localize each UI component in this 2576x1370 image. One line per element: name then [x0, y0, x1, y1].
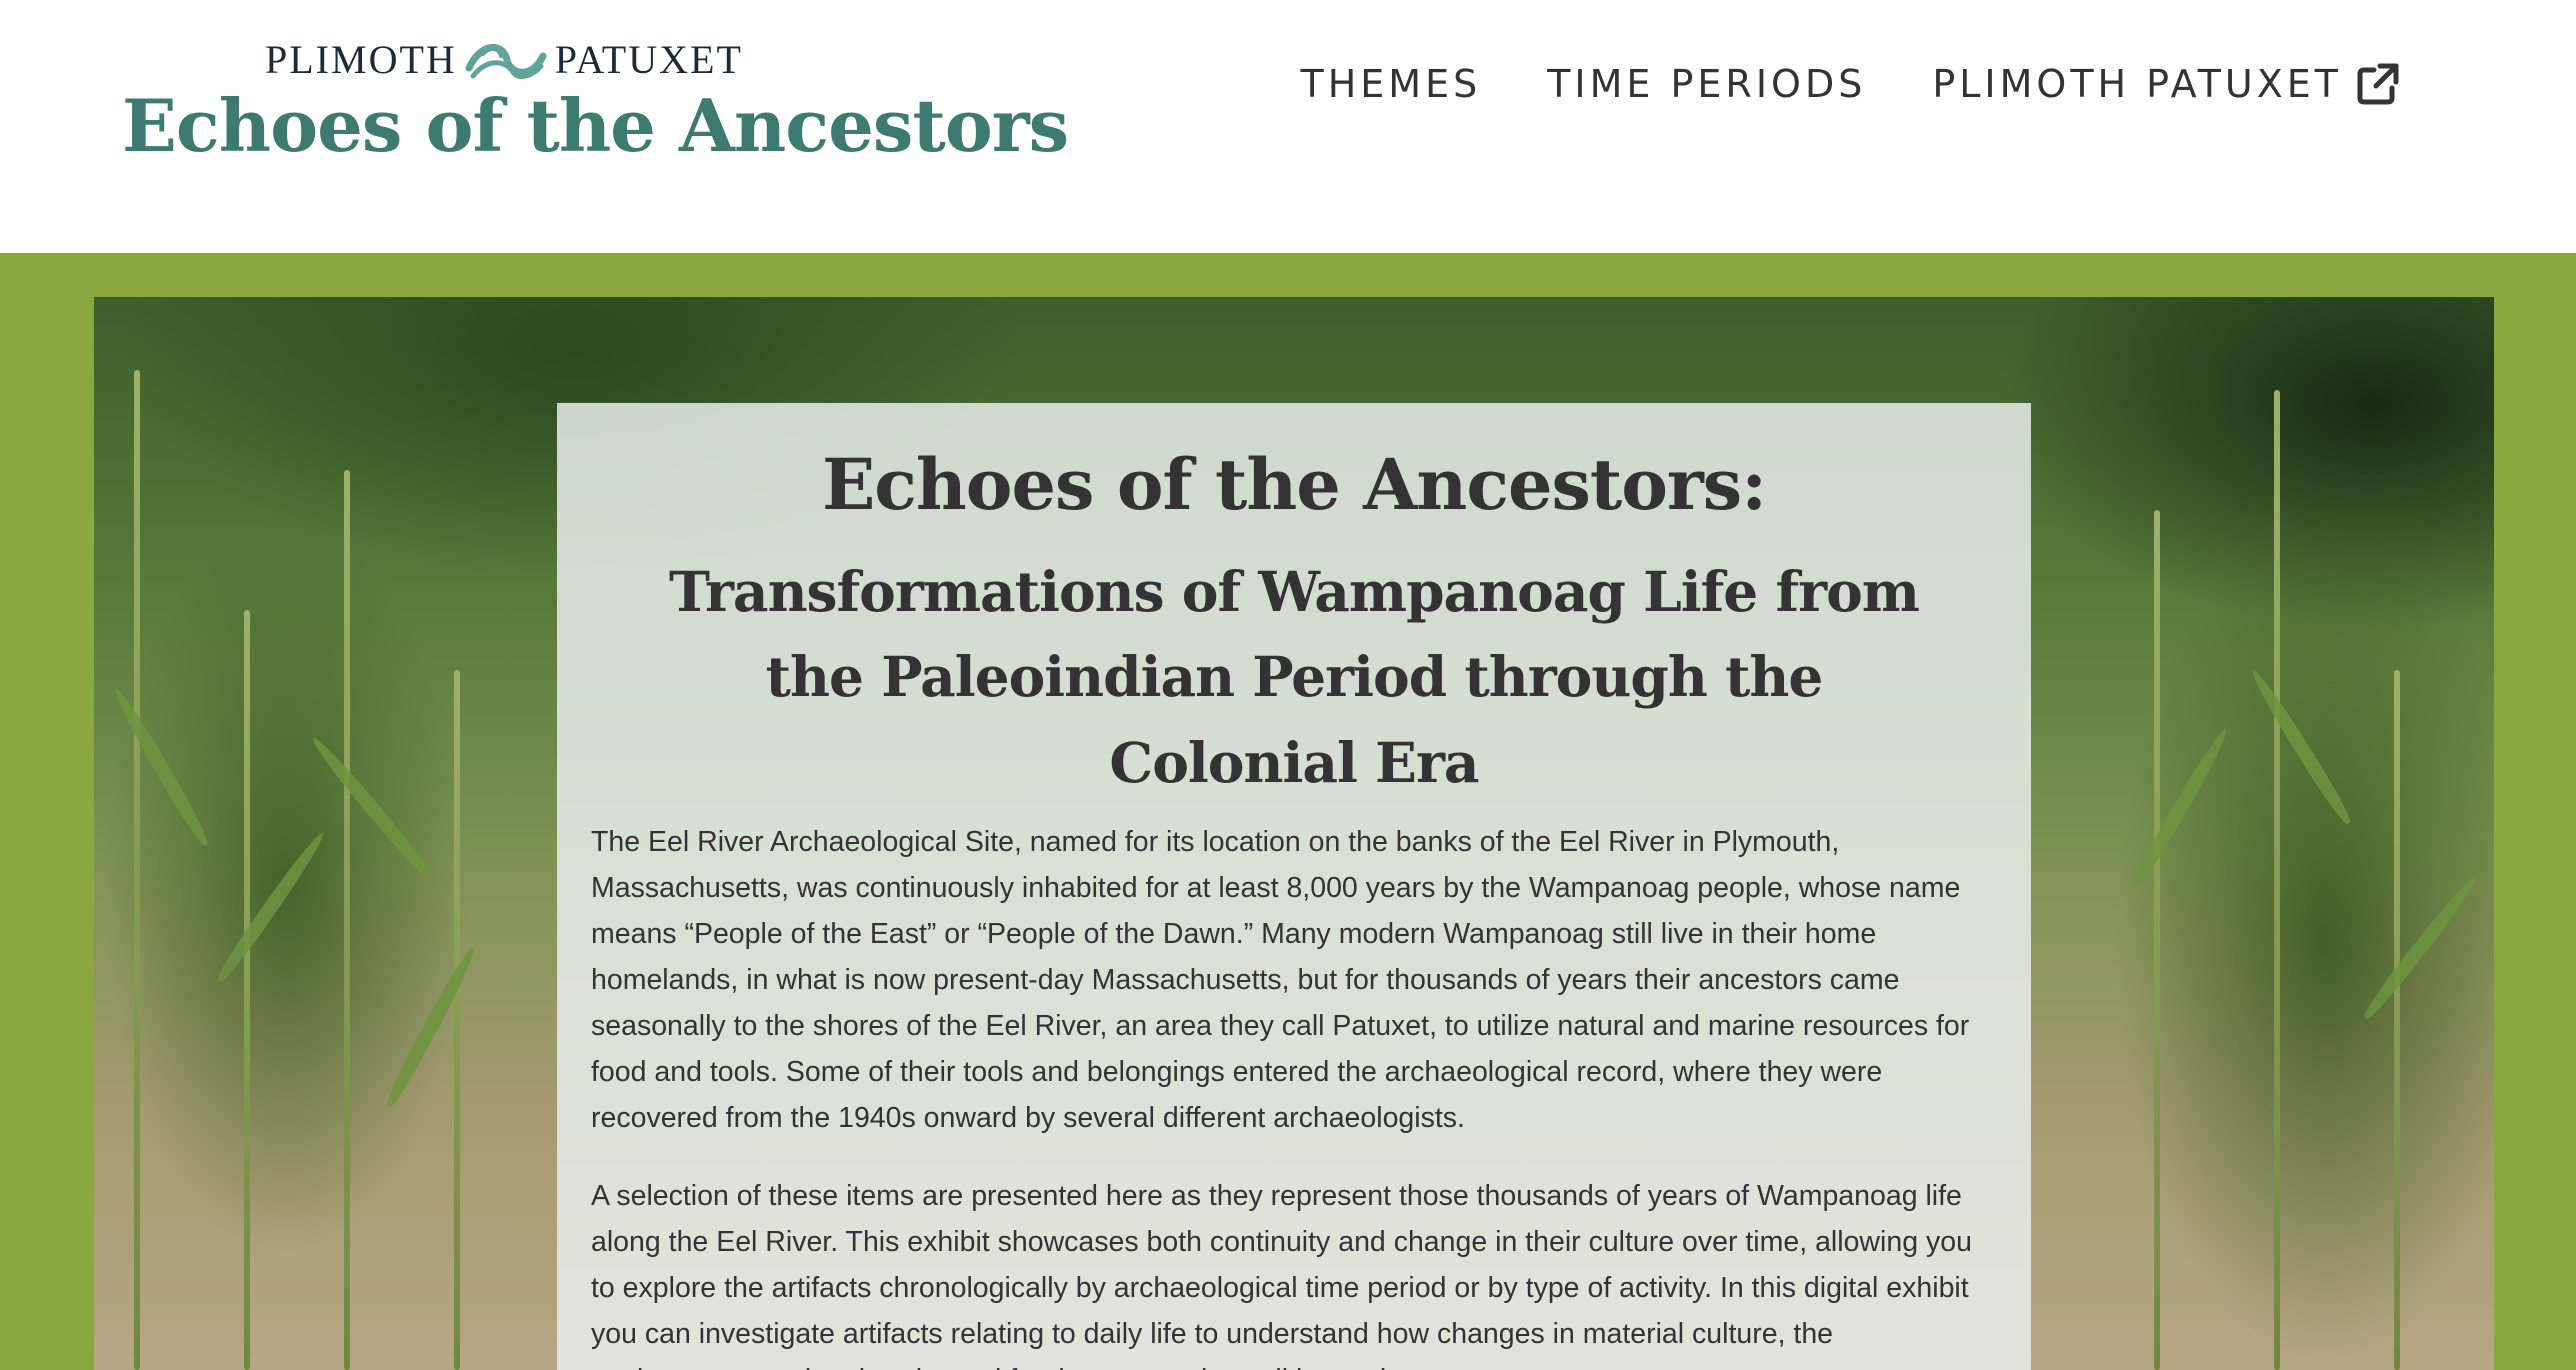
corn-stalk: [2274, 390, 2280, 1370]
org-name-right: PATUXET: [554, 37, 743, 82]
corn-stalk: [134, 370, 140, 1370]
intro-paragraph: The Eel River Archaeological Site, named…: [591, 825, 1970, 1134]
corn-leaf: [109, 685, 213, 849]
corn-stalk: [344, 470, 350, 1370]
site-logo-link[interactable]: PLIMOTH PATUXET Echoes of the Ancestors: [122, 20, 1069, 180]
corn-leaf: [2247, 666, 2355, 828]
hero-cornfield-image: Echoes of the Ancestors: Transformations…: [94, 297, 2494, 1370]
nav-item-themes[interactable]: THEMES: [1300, 62, 1481, 106]
hero-section: Echoes of the Ancestors: Transformations…: [0, 253, 2576, 1370]
intro-title: Echoes of the Ancestors:: [821, 443, 1767, 526]
corn-leaf: [213, 829, 329, 985]
corn-leaf: [2360, 871, 2482, 1023]
nav-item-plimoth-patuxet[interactable]: PLIMOTH PATUXET: [1932, 62, 2400, 106]
corn-stalk: [2394, 670, 2400, 1370]
intro-subtitle: Transformations of Wampanoag Life from t…: [669, 559, 1920, 795]
site-header: PLIMOTH PATUXET Echoes of the Ancestors …: [0, 0, 2576, 253]
nav-item-time-periods[interactable]: TIME PERIODS: [1547, 62, 1866, 106]
corn-leaf: [382, 944, 480, 1110]
corn-leaf: [307, 733, 435, 881]
nav-item-label: PLIMOTH PATUXET: [1932, 62, 2342, 106]
site-title: Echoes of the Ancestors: [122, 83, 1069, 168]
intro-paragraph: A selection of these items are presented…: [591, 1179, 1972, 1370]
corn-stalk: [244, 610, 250, 1370]
org-name-left: PLIMOTH: [265, 37, 457, 82]
main-nav: THEMES TIME PERIODS PLIMOTH PATUXET: [1300, 62, 2400, 106]
corn-stalk: [454, 670, 460, 1370]
corn-stalk: [2154, 510, 2160, 1370]
intro-card: Echoes of the Ancestors: Transformations…: [557, 403, 2031, 1370]
corn-leaf: [2129, 725, 2233, 889]
org-wordmark: PLIMOTH PATUXET: [265, 32, 743, 88]
nav-item-label: TIME PERIODS: [1547, 62, 1867, 106]
external-link-icon: [2357, 63, 2399, 105]
swirl-logo-icon: [465, 43, 547, 80]
nav-item-label: THEMES: [1300, 62, 1482, 106]
